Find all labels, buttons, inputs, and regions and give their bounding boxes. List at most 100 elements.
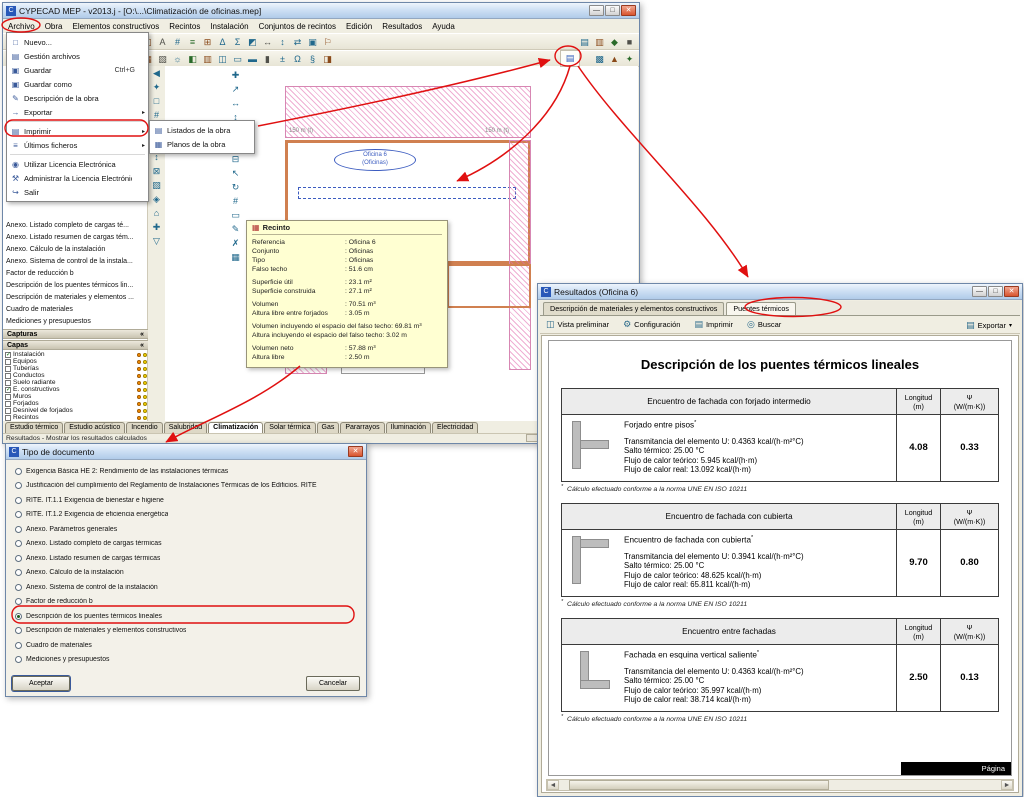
file-menu-item[interactable]: ✎ Descripción de la obra — [7, 91, 148, 105]
menu-item[interactable]: Instalación — [210, 22, 248, 31]
pattern-icon[interactable]: ▦ — [228, 250, 243, 264]
layer-color-dot-yellow[interactable] — [143, 366, 147, 371]
plan-icon[interactable]: ▥ — [592, 35, 607, 49]
accept-button[interactable]: Aceptar — [12, 676, 70, 691]
orbit-icon[interactable]: ↻ — [228, 180, 243, 194]
layer-color-dot-yellow[interactable] — [143, 380, 147, 385]
menu-item[interactable]: Obra — [45, 22, 63, 31]
region-icon[interactable]: ▣ — [305, 35, 320, 49]
block-icon[interactable]: ■ — [622, 35, 637, 49]
shade-icon[interactable]: ◩ — [245, 35, 260, 49]
file-menu-item[interactable]: → Exportar ▸ — [7, 105, 148, 119]
file-menu-item[interactable]: ▣ Guardar como — [7, 77, 148, 91]
print-reports-icon[interactable]: ▤ — [560, 50, 580, 67]
menu-item[interactable]: Conjuntos de recintos — [259, 22, 336, 31]
report-list-item[interactable]: Descripción de los puentes térmicos lin.… — [6, 280, 146, 292]
scrollbar-thumb[interactable] — [569, 780, 829, 790]
minimize-button[interactable]: — — [589, 5, 604, 16]
menu-item[interactable]: Ayuda — [432, 22, 455, 31]
layers-icon[interactable]: ≡ — [185, 35, 200, 49]
layer-color-dot-orange[interactable] — [137, 387, 141, 392]
down-tool-icon[interactable]: ▽ — [149, 234, 164, 248]
remove-icon[interactable]: ⊟ — [228, 152, 243, 166]
swap-icon[interactable]: ⇄ — [290, 35, 305, 49]
layer-color-dot-orange[interactable] — [137, 359, 141, 364]
file-menu-item[interactable]: ↪ Salir — [7, 185, 148, 199]
module-tab[interactable]: Iluminación — [385, 422, 432, 433]
module-tab[interactable]: Salubridad — [163, 422, 208, 433]
print-submenu-item[interactable]: ▤ Listados de la obra — [150, 123, 254, 137]
mesh-icon[interactable]: # — [228, 194, 243, 208]
light-icon[interactable]: ☼ — [170, 52, 185, 66]
layer-row[interactable]: Conductos — [5, 372, 147, 379]
close-button[interactable]: ✕ — [1004, 286, 1019, 297]
document-type-option[interactable]: Descripción de los puentes térmicos line… — [10, 609, 362, 624]
radio-icon[interactable] — [15, 467, 22, 475]
paint-icon[interactable]: ◧ — [185, 52, 200, 66]
toolbar-button[interactable]: ▤ Imprimir — [694, 319, 733, 330]
report-list-item[interactable]: Cuadro de materiales — [6, 304, 146, 316]
layer-row[interactable]: Equipos — [5, 358, 147, 365]
resistance-icon[interactable]: Ω — [290, 52, 305, 66]
export-button[interactable]: ▤ Exportar ▾ — [966, 316, 1012, 334]
file-menu-item[interactable]: □ Nuevo... — [7, 35, 148, 49]
window-icon[interactable]: ▭ — [230, 52, 245, 66]
print-submenu-item[interactable]: ▦ Planos de la obra — [150, 137, 254, 151]
document-type-option[interactable]: Mediciones y presupuestos — [10, 653, 362, 668]
cancel-button[interactable]: Cancelar — [306, 676, 360, 691]
dialog-close-button[interactable]: ✕ — [348, 446, 363, 457]
add-icon[interactable]: ⊞ — [200, 35, 215, 49]
menu-item[interactable]: Recintos — [169, 22, 200, 31]
layer-checkbox[interactable] — [5, 358, 11, 365]
file-menu-item[interactable]: ◉ Utilizar Licencia Electrónica — [7, 157, 148, 171]
sum-icon[interactable]: Σ — [230, 35, 245, 49]
close-button[interactable]: ✕ — [621, 5, 636, 16]
module-tab[interactable]: Climatización — [208, 422, 264, 433]
section-icon[interactable]: § — [305, 52, 320, 66]
door-icon[interactable]: ◫ — [215, 52, 230, 66]
radio-icon[interactable] — [15, 641, 22, 649]
document-type-option[interactable]: Anexo. Parámetros generales — [10, 522, 362, 537]
properties-icon[interactable]: ▧ — [155, 52, 170, 66]
layer-color-dot-yellow[interactable] — [143, 415, 147, 420]
layer-color-dot-yellow[interactable] — [143, 394, 147, 399]
crosshair-icon[interactable]: ✚ — [149, 220, 164, 234]
layer-checkbox[interactable] — [5, 365, 11, 372]
layer-color-dot-orange[interactable] — [137, 352, 141, 357]
radio-icon[interactable] — [15, 569, 22, 577]
layer-color-dot-yellow[interactable] — [143, 408, 147, 413]
star-tool-icon[interactable]: ✦ — [622, 52, 637, 66]
text-icon[interactable]: A — [155, 35, 170, 49]
layer-row[interactable]: Muros — [5, 393, 147, 400]
radio-icon[interactable] — [15, 627, 22, 635]
flag-icon[interactable]: ⚐ — [320, 35, 335, 49]
texture-icon[interactable]: ▧ — [149, 178, 164, 192]
layer-checkbox[interactable] — [5, 379, 11, 386]
layer-row[interactable]: Desnivel de forjados — [5, 407, 147, 414]
radio-icon[interactable] — [15, 583, 22, 591]
menu-item[interactable]: Edición — [346, 22, 372, 31]
back-icon[interactable]: ◀ — [149, 66, 164, 80]
file-menu-item[interactable]: ▤ Imprimir ▸ — [7, 124, 148, 138]
layer-row[interactable]: Forjados — [5, 400, 147, 407]
file-menu-item[interactable]: ▣ Guardar Ctrl+G — [7, 63, 148, 77]
measure-h-icon[interactable]: ↔ — [260, 35, 275, 49]
measure-v-icon[interactable]: ↕ — [275, 35, 290, 49]
layer-row[interactable]: Tuberías — [5, 365, 147, 372]
toolbar-button[interactable]: ◎ Buscar — [747, 319, 781, 330]
report-list-item[interactable]: Anexo. Listado resumen de cargas tém... — [6, 232, 146, 244]
document-type-option[interactable]: Anexo. Listado resumen de cargas térmica… — [10, 551, 362, 566]
results-tab[interactable]: Descripción de materiales y elementos co… — [543, 302, 725, 315]
collapse-icon[interactable]: « — [140, 330, 144, 338]
layer-color-dot-orange[interactable] — [137, 415, 141, 420]
toolbar-button[interactable]: ◫ Vista preliminar — [546, 319, 609, 330]
layer-color-dot-yellow[interactable] — [143, 401, 147, 406]
diagonal-icon[interactable]: ↗ — [228, 82, 243, 96]
file-menu-item[interactable]: ▤ Gestión archivos — [7, 49, 148, 63]
home-icon[interactable]: ⌂ — [149, 206, 164, 220]
module-tab[interactable]: Solar térmica — [264, 422, 316, 433]
radio-icon[interactable] — [15, 598, 22, 606]
fill-icon[interactable]: ◨ — [320, 52, 335, 66]
wall-icon[interactable]: ▥ — [200, 52, 215, 66]
radio-icon[interactable] — [15, 525, 22, 533]
